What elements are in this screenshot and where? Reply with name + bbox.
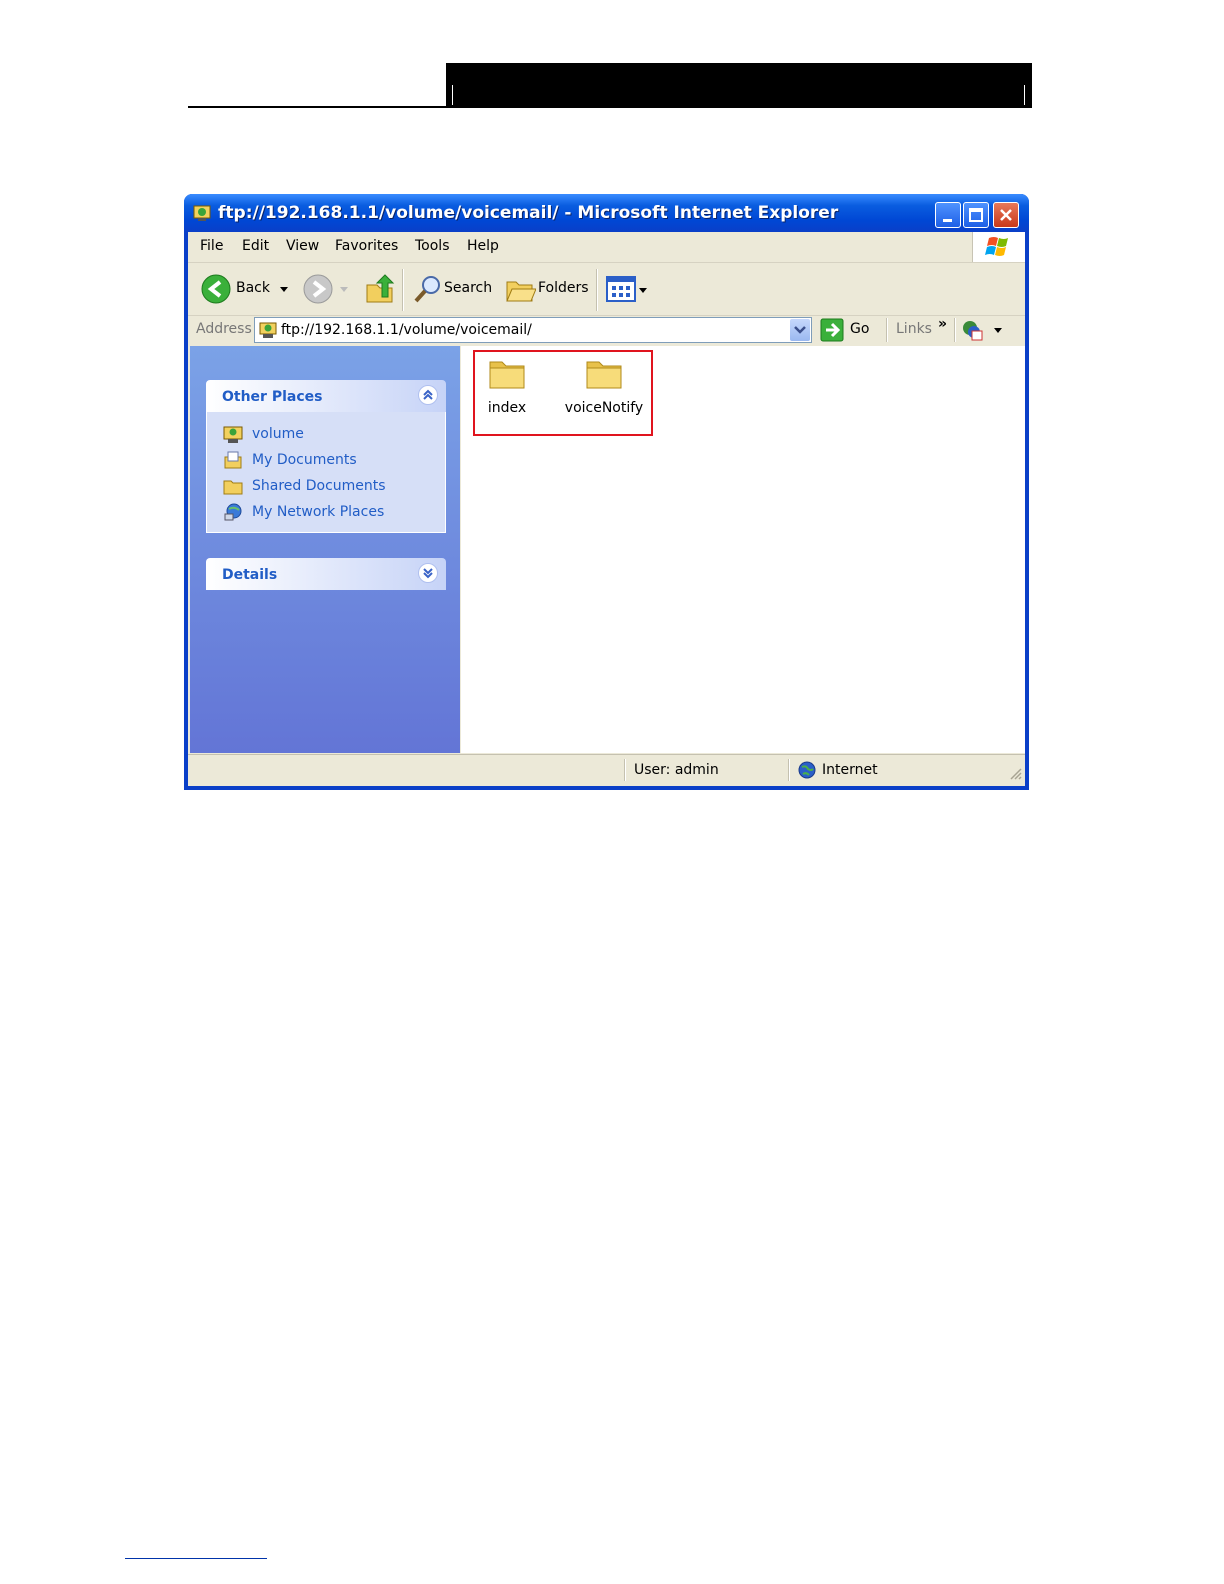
windows-logo: [972, 232, 1025, 262]
folder-icon: [586, 361, 622, 389]
folder-item-voicenotify[interactable]: voiceNotify: [564, 356, 644, 416]
status-user: User: admin: [634, 762, 719, 778]
folder-label: index: [487, 400, 527, 416]
globe-icon: [798, 761, 816, 779]
go-arrow-icon: [820, 318, 844, 342]
ftp-window-icon: [193, 205, 211, 221]
place-label[interactable]: volume: [252, 426, 304, 442]
menu-file[interactable]: File: [200, 238, 223, 254]
toolbar-separator: [402, 269, 404, 311]
chevron-down-icon: [794, 326, 806, 334]
back-arrow-icon: [201, 274, 231, 304]
menu-favorites[interactable]: Favorites: [335, 238, 398, 254]
forward-button[interactable]: [298, 269, 350, 309]
status-zone: Internet: [822, 762, 878, 778]
folders-icon: [506, 281, 536, 302]
menu-bar: File Edit View Favorites Tools Help: [188, 232, 1025, 263]
maximize-button[interactable]: [963, 202, 989, 228]
back-label: Back: [236, 280, 270, 296]
address-dropdown-button[interactable]: [790, 319, 810, 341]
forward-arrow-icon: [303, 274, 333, 304]
address-input[interactable]: ftp://192.168.1.1/volume/voicemail/: [254, 317, 812, 343]
maximize-icon: [969, 208, 983, 222]
go-label: Go: [850, 321, 870, 337]
up-folder-button[interactable]: [360, 269, 400, 309]
toolbar-separator: [596, 269, 598, 311]
expand-button[interactable]: [418, 563, 438, 583]
folders-label: Folders: [538, 280, 589, 296]
page-header-bar: [446, 63, 1032, 108]
ftp-address-icon: [259, 322, 277, 338]
views-icon: [606, 276, 647, 302]
folder-label: voiceNotify: [564, 400, 644, 416]
place-label[interactable]: My Documents: [252, 452, 357, 468]
my-documents-icon: [224, 451, 242, 469]
details-panel: Details: [206, 558, 446, 590]
links-label[interactable]: Links: [896, 321, 932, 337]
place-item-volume[interactable]: volume: [207, 422, 445, 448]
ie-window: ftp://192.168.1.1/volume/voicemail/ - Mi…: [184, 194, 1029, 790]
search-icon: [414, 276, 440, 303]
search-button[interactable]: Search: [408, 269, 494, 309]
footer-rule: [125, 1558, 267, 1559]
links-chevron[interactable]: »: [938, 316, 947, 332]
title-bar[interactable]: ftp://192.168.1.1/volume/voicemail/ - Mi…: [184, 194, 1029, 232]
other-places-title: Other Places: [222, 389, 323, 405]
close-button[interactable]: [993, 202, 1019, 228]
folder-icon: [489, 361, 525, 389]
address-label: Address: [196, 321, 252, 337]
ftp-folder-icon: [223, 426, 243, 443]
back-dropdown-icon[interactable]: [280, 287, 288, 293]
address-separator: [886, 318, 888, 342]
status-divider: [788, 759, 790, 781]
network-places-icon: [224, 503, 242, 521]
search-label: Search: [444, 280, 493, 296]
forward-dropdown-icon: [340, 287, 348, 292]
views-button[interactable]: [602, 269, 654, 309]
place-label[interactable]: Shared Documents: [252, 478, 386, 494]
messenger-icon: [963, 321, 1002, 341]
address-value: ftp://192.168.1.1/volume/voicemail/: [281, 322, 532, 338]
minimize-icon: [943, 219, 952, 222]
other-places-list: volume My Documents Shared Documents My …: [206, 412, 446, 533]
place-item-my-network-places[interactable]: My Network Places: [207, 500, 445, 526]
menu-view[interactable]: View: [286, 238, 319, 254]
windows-flag-icon: [985, 237, 1008, 256]
menu-tools[interactable]: Tools: [415, 238, 450, 254]
back-button[interactable]: Back: [196, 269, 288, 309]
double-chevron-up-icon: [423, 389, 433, 400]
window-frame: File Edit View Favorites Tools Help Back…: [188, 232, 1025, 786]
address-separator: [954, 318, 956, 342]
standard-toolbar: Back Search Folders: [188, 263, 1025, 316]
shared-folder-icon: [223, 480, 243, 495]
minimize-button[interactable]: [935, 202, 961, 228]
menu-edit[interactable]: Edit: [242, 238, 269, 254]
status-bar: User: admin Internet: [188, 754, 1025, 785]
up-folder-icon: [366, 274, 395, 303]
status-divider: [624, 759, 626, 781]
file-list-pane: index voiceNotify: [461, 346, 1025, 753]
double-chevron-down-icon: [423, 568, 433, 579]
other-places-panel: Other Places volume My Documents Shared …: [206, 380, 446, 533]
menu-help[interactable]: Help: [467, 238, 499, 254]
content-area: Other Places volume My Documents Shared …: [190, 346, 1025, 753]
window-title: ftp://192.168.1.1/volume/voicemail/ - Mi…: [218, 203, 839, 223]
collapse-button[interactable]: [418, 385, 438, 405]
place-label[interactable]: My Network Places: [252, 504, 384, 520]
details-title: Details: [222, 567, 278, 583]
place-item-my-documents[interactable]: My Documents: [207, 448, 445, 474]
address-bar: Address ftp://192.168.1.1/volume/voicema…: [188, 316, 1025, 344]
close-icon: [1000, 209, 1012, 221]
folder-item-index[interactable]: index: [467, 356, 547, 416]
resize-grip-icon[interactable]: [1007, 765, 1023, 781]
task-pane: Other Places volume My Documents Shared …: [190, 346, 460, 753]
folders-button[interactable]: Folders: [502, 269, 589, 309]
place-item-shared-documents[interactable]: Shared Documents: [207, 474, 445, 500]
other-places-header[interactable]: Other Places: [206, 380, 446, 412]
messenger-button[interactable]: [960, 318, 1006, 342]
details-header[interactable]: Details: [206, 558, 446, 590]
